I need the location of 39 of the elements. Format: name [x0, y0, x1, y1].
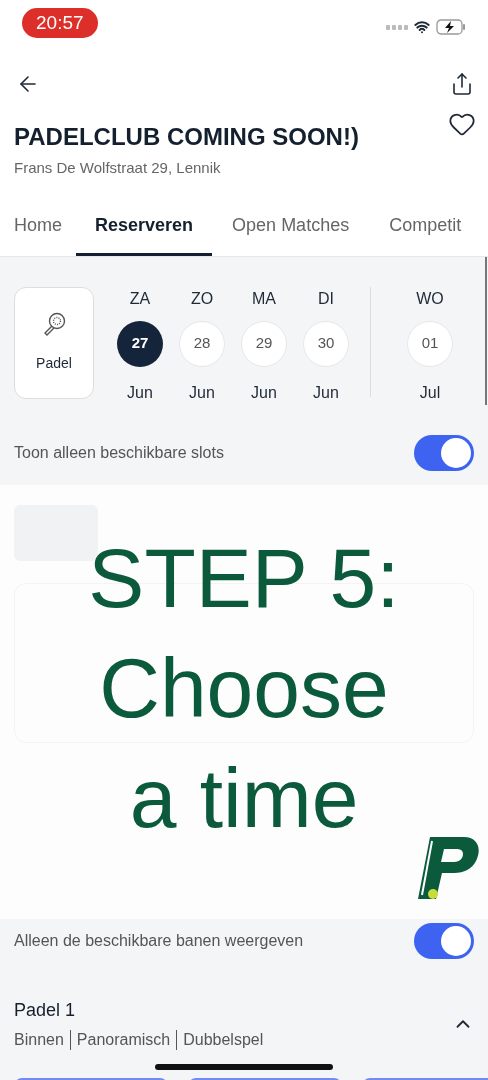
tab[interactable]: Competit	[369, 209, 482, 256]
date-button[interactable]: 30	[303, 320, 349, 367]
court-detail: Panoramisch	[76, 1029, 171, 1050]
month-label: Jun	[189, 382, 215, 403]
court-detail: Binnen	[14, 1029, 64, 1050]
tab[interactable]: Home	[0, 209, 76, 256]
step-caption: STEP 5:	[88, 529, 400, 627]
tab[interactable]: Open Matches	[212, 209, 370, 256]
share-icon	[450, 72, 474, 96]
month-label: Jun	[127, 382, 153, 403]
step-caption: a time	[129, 749, 359, 847]
weekday-label: MA	[252, 288, 276, 309]
courts-toggle[interactable]	[414, 922, 474, 959]
date-button[interactable]: 28	[179, 320, 225, 367]
club-address: Frans De Wolfstraat 29, Lennik	[14, 158, 222, 178]
month-label: Jul	[419, 382, 441, 403]
wifi-icon	[414, 19, 430, 35]
weekday-label: ZA	[129, 288, 151, 309]
date-button[interactable]: 27	[117, 320, 163, 367]
club-title: PADELCLUB COMING SOON!)	[14, 122, 359, 152]
court-detail: Dubbelspel	[183, 1029, 264, 1050]
date-button[interactable]: 29	[241, 320, 287, 367]
battery-charging-icon	[436, 19, 466, 35]
sport-card[interactable]: Padel	[14, 286, 94, 399]
courts-toggle-label: Alleen de beschikbare banen weergeven	[14, 930, 304, 951]
court-name: Padel 1	[14, 998, 77, 1022]
p-logo-icon	[416, 834, 480, 901]
date-button[interactable]: 01	[407, 320, 453, 367]
month-label: Jun	[313, 382, 339, 403]
status-time: 20:57	[22, 7, 98, 39]
slots-toggle-label: Toon alleen beschikbare slots	[14, 442, 224, 463]
weekday-label: DI	[318, 288, 334, 309]
step-caption: Choose	[99, 639, 389, 737]
tab[interactable]: Reserveren	[76, 209, 213, 256]
slots-toggle[interactable]	[414, 434, 474, 471]
signal-icon	[386, 24, 408, 30]
weekday-label: ZO	[190, 288, 214, 309]
weekday-label: WO	[416, 288, 444, 309]
month-label: Jun	[251, 382, 277, 403]
